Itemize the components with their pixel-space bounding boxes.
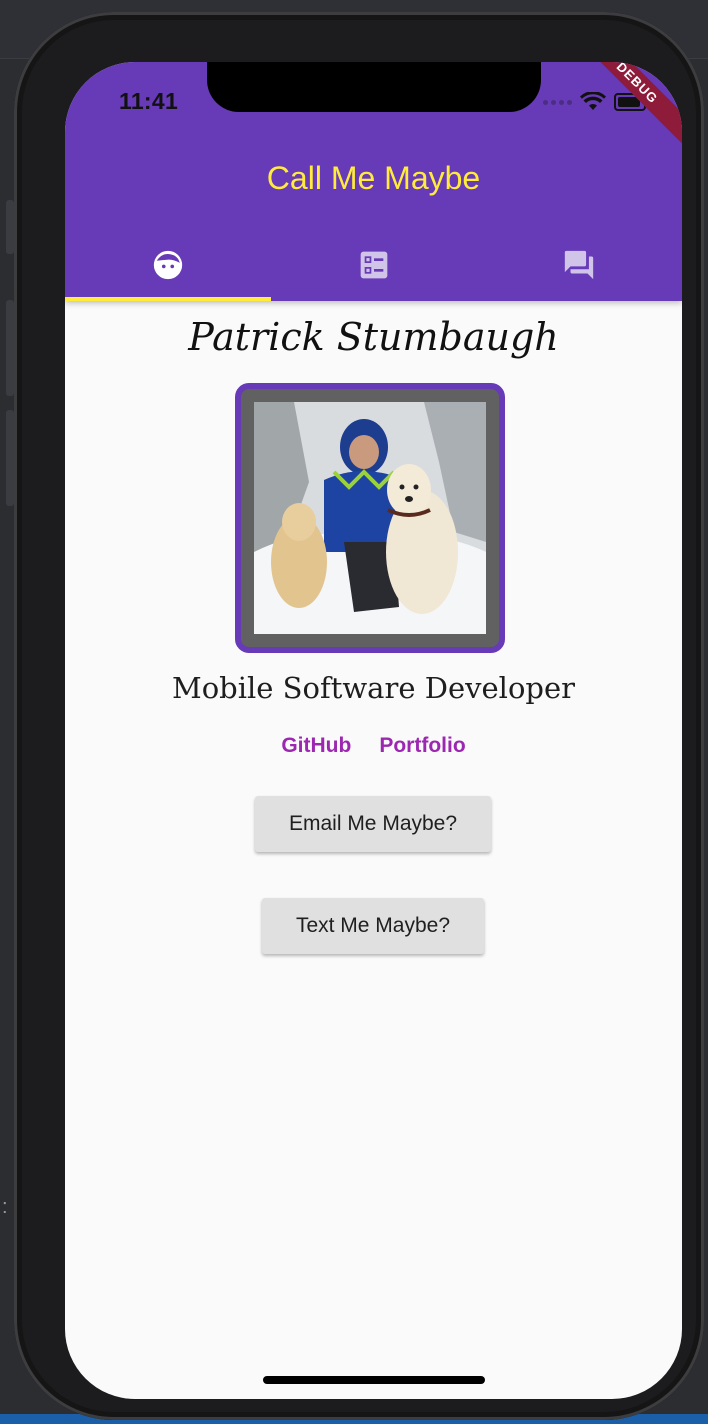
device-notch bbox=[207, 62, 541, 112]
question-answer-icon bbox=[565, 250, 594, 280]
app-screen: 11:41 DEBUG Call Me Maybe Patrick Stumba… bbox=[65, 62, 682, 1399]
phone-frame: 11:41 DEBUG Call Me Maybe Patrick Stumba… bbox=[14, 12, 704, 1420]
profile-title: Mobile Software Developer bbox=[172, 671, 575, 705]
face-icon bbox=[153, 250, 182, 280]
status-icons bbox=[543, 92, 646, 112]
profile-links: GitHub Portfolio bbox=[65, 734, 682, 758]
tab-profile[interactable] bbox=[65, 229, 271, 301]
list-alt-icon bbox=[360, 251, 387, 279]
cellular-signal-icon bbox=[543, 99, 572, 105]
profile-photo-image bbox=[254, 402, 486, 634]
portfolio-link[interactable]: Portfolio bbox=[379, 734, 465, 758]
email-button[interactable]: Email Me Maybe? bbox=[255, 796, 491, 852]
profile-name: Patrick Stumbaugh bbox=[188, 315, 559, 359]
app-bar: 11:41 DEBUG Call Me Maybe bbox=[65, 62, 682, 301]
github-link[interactable]: GitHub bbox=[281, 734, 351, 758]
tab-questions[interactable] bbox=[476, 229, 682, 301]
tab-resume[interactable] bbox=[271, 229, 477, 301]
profile-photo-frame bbox=[235, 383, 505, 653]
side-button bbox=[6, 300, 14, 396]
editor-edge-marker: : bbox=[2, 1196, 8, 1218]
text-button[interactable]: Text Me Maybe? bbox=[262, 898, 484, 954]
app-title: Call Me Maybe bbox=[266, 160, 481, 196]
status-time: 11:41 bbox=[119, 88, 179, 114]
home-indicator[interactable] bbox=[263, 1376, 485, 1384]
wifi-icon bbox=[580, 92, 606, 110]
tab-bar bbox=[65, 229, 682, 301]
profile-photo bbox=[254, 402, 486, 634]
side-button bbox=[6, 410, 14, 506]
side-button bbox=[6, 200, 14, 254]
